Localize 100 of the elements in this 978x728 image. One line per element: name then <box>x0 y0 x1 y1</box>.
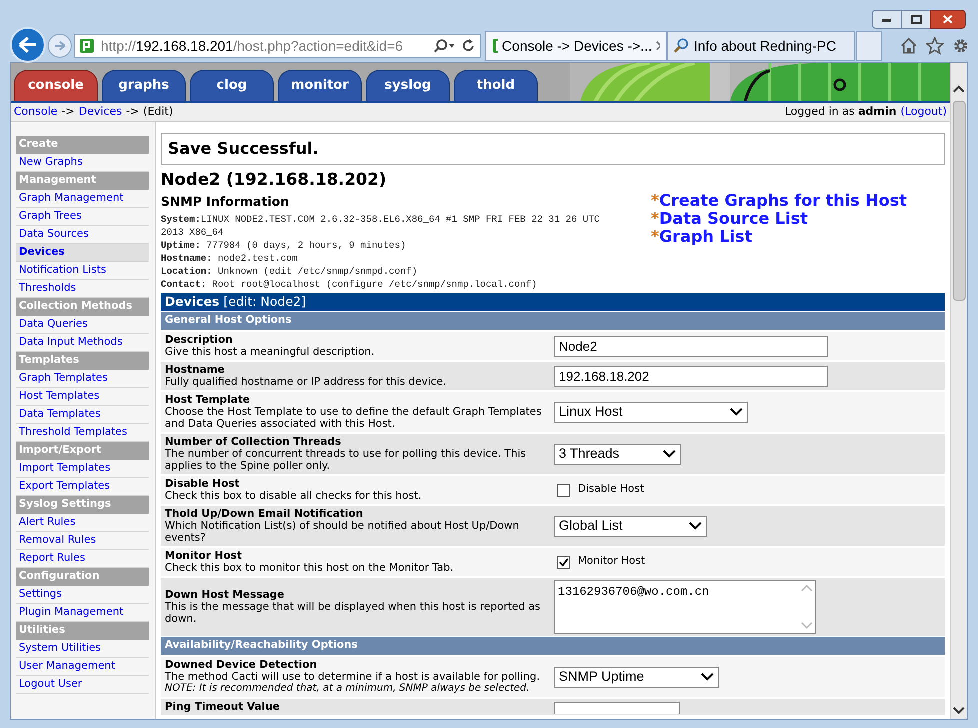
nav-tab[interactable]: thold <box>454 70 538 101</box>
minimize-button[interactable] <box>872 10 902 29</box>
field-label: Monitor Host <box>165 550 244 562</box>
sidebar-item[interactable]: Data Queries <box>16 316 149 334</box>
refresh-icon[interactable] <box>462 39 476 53</box>
home-icon[interactable] <box>900 37 918 55</box>
quick-link[interactable]: Data Source List <box>659 210 808 228</box>
sidebar-item[interactable]: User Management <box>16 658 149 676</box>
sidebar-item[interactable]: Notification Lists <box>16 262 149 280</box>
sidebar-item[interactable]: Data Templates <box>16 406 149 424</box>
close-button[interactable] <box>930 10 966 29</box>
dropdown[interactable]: Linux Host <box>554 402 748 422</box>
sidebar-item[interactable]: Graph Management <box>16 190 149 208</box>
scroll-down-icon <box>801 622 813 629</box>
scroll-up-icon <box>801 585 813 592</box>
field-label: Ping Timeout Value <box>165 701 281 713</box>
text-field[interactable]: 192.168.18.202 <box>554 366 828 387</box>
sidebar-item[interactable]: Logout User <box>16 676 149 694</box>
snmp-info-line: Uptime: 777984 (0 days, 2 hours, 9 minutes) <box>161 239 408 252</box>
field-description: This is the message that will be displayed when this host is reported as down. <box>165 601 542 625</box>
bullet-icon: * <box>651 210 660 228</box>
checkbox-label: Disable Host <box>578 482 644 498</box>
field-label: Disable Host <box>165 478 241 490</box>
text-area[interactable]: 13162936706@wo.com.cn <box>554 580 816 634</box>
scroll-up-icon[interactable] <box>953 85 965 93</box>
field-label: Thold Up/Down Email Notification <box>165 508 364 520</box>
breadcrumb-current: (Edit) <box>143 104 174 120</box>
field-note: NOTE: It is recommended that, at a minimum, SNMP always be selected. <box>165 683 531 695</box>
snmp-heading: SNMP Information <box>161 195 290 208</box>
field-description: Give this host a meaningful description. <box>165 346 376 358</box>
maximize-icon <box>910 15 922 24</box>
sidebar-section-header: Configuration <box>16 568 149 586</box>
field-label: Description <box>165 334 234 346</box>
snmp-info-line: System:LINUX NODE2.TEST.COM 2.6.32-358.EL6.X86_64 #1 SMP FRI FEB 22 31 26 UTC 2013 X86_64 <box>161 213 601 239</box>
checkbox[interactable] <box>557 556 570 568</box>
maximize-button[interactable] <box>902 10 930 29</box>
dropdown[interactable] <box>554 702 680 714</box>
settings-icon[interactable] <box>952 37 970 55</box>
field-label: Number of Collection Threads <box>165 436 342 448</box>
sidebar-item[interactable]: Removal Rules <box>16 532 149 550</box>
star-icon[interactable] <box>926 37 944 55</box>
quick-link[interactable]: Create Graphs for this Host <box>659 192 908 210</box>
dropdown[interactable]: 3 Threads <box>554 444 681 464</box>
sidebar-item[interactable]: Graph Templates <box>16 370 149 388</box>
address-bar[interactable]: http://192.168.18.201/host.php?action=edit&id=6 <box>74 34 481 58</box>
back-button[interactable] <box>10 27 46 63</box>
host-title: Node2 (192.168.18.202) <box>161 171 387 189</box>
sidebar-item[interactable]: Settings <box>16 586 149 604</box>
sidebar-item[interactable]: System Utilities <box>16 640 149 658</box>
sidebar-item[interactable]: Host Templates <box>16 388 149 406</box>
login-status: Logged in as admin <box>785 104 897 120</box>
site-icon <box>79 38 95 54</box>
nav-tab[interactable]: monitor <box>278 70 362 101</box>
nav-tab[interactable]: console <box>14 70 98 101</box>
breadcrumb-separator: -> <box>62 104 75 120</box>
form-title: Devices <box>165 292 220 311</box>
url-text: http://192.168.18.201/host.php?action=edit&id=6 <box>101 36 404 56</box>
sidebar-section-header: Create <box>16 136 149 154</box>
bullet-icon: * <box>651 228 660 246</box>
breadcrumb-link[interactable]: Devices <box>78 104 122 120</box>
scroll-down-icon[interactable] <box>953 707 965 715</box>
back-arrow-icon <box>18 36 38 54</box>
dropdown-caret-icon <box>689 522 702 530</box>
forward-arrow-icon <box>54 41 66 51</box>
field-description: The number of concurrent threads to use for polling this device. This applies to the Spine poller only. <box>165 448 528 472</box>
search-icon[interactable] <box>434 39 456 53</box>
field-description: Fully qualified hostname or IP address for this device. <box>165 376 448 388</box>
breadcrumb-link[interactable]: Console <box>14 104 58 120</box>
browser-tab[interactable]: Console -> Devices ->... <box>485 31 667 61</box>
sidebar-section-header: Utilities <box>16 622 149 640</box>
field-label: Down Host Message <box>165 589 286 601</box>
field-description: Check this box to disable all checks for this host. <box>165 490 423 502</box>
scrollbar-thumb[interactable] <box>952 101 966 301</box>
success-message: Save Successful. <box>161 133 945 165</box>
checkbox-label: Monitor Host <box>578 554 646 570</box>
minimize-icon <box>882 18 892 22</box>
nav-tab[interactable]: graphs <box>102 70 186 101</box>
sidebar-section-header: Management <box>16 172 149 190</box>
dropdown-caret-icon <box>701 673 714 681</box>
logout-link[interactable]: (Logout) <box>900 104 947 120</box>
sidebar-item[interactable]: Graph Trees <box>16 208 149 226</box>
dropdown[interactable]: Global List <box>554 516 707 536</box>
snmp-info-line: Hostname: node2.test.com <box>161 252 299 265</box>
checkbox[interactable] <box>557 484 570 496</box>
nav-tab[interactable]: clog <box>190 70 274 101</box>
browser-tab[interactable]: Info about Redning-PC <box>667 31 855 61</box>
text-field[interactable]: Node2 <box>554 336 828 357</box>
site-icon <box>492 38 498 54</box>
field-label: Downed Device Detection <box>165 659 318 671</box>
dropdown[interactable]: SNMP Uptime <box>554 666 719 688</box>
snmp-info-line: Location: Unknown (edit /etc/snmp/snmpd.conf) <box>161 265 419 278</box>
dropdown-caret-icon <box>663 450 676 458</box>
nav-tab[interactable]: syslog <box>366 70 450 101</box>
field-label: Host Template <box>165 394 252 406</box>
quick-link[interactable]: Graph List <box>659 228 752 246</box>
snmp-info-line: Contact: Root root@localhost (configure /etc/snmp/snmp.local.conf) <box>161 278 538 291</box>
sidebar-item[interactable]: Devices <box>16 244 149 262</box>
field-description: Choose the Host Template to use to define the default Graph Templates and Data Queries associated with this Host. <box>165 406 543 430</box>
sidebar-item[interactable]: Alert Rules <box>16 514 149 532</box>
sidebar-item[interactable]: Import Templates <box>16 460 149 478</box>
